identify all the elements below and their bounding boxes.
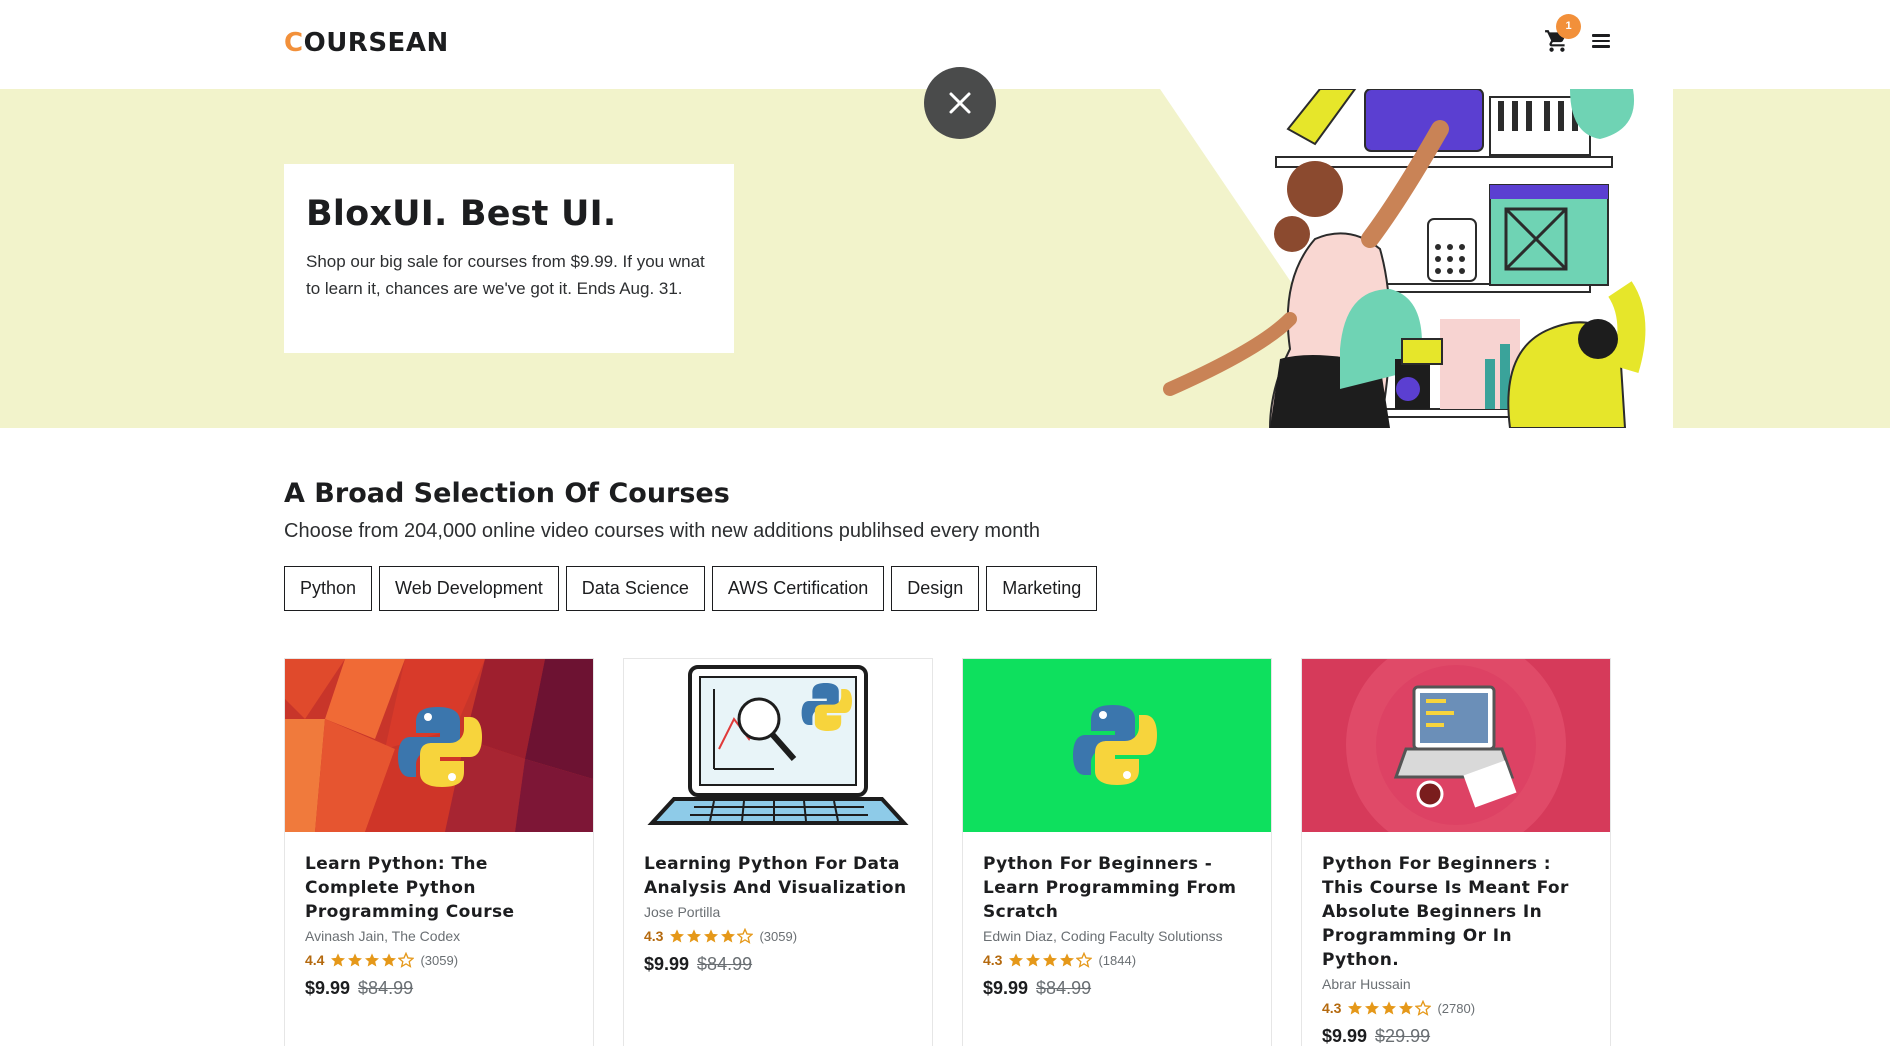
cart-count-badge: 1 bbox=[1556, 14, 1581, 39]
star-icon bbox=[670, 929, 685, 943]
star-rating bbox=[669, 928, 754, 944]
rating-value: 4.4 bbox=[305, 952, 325, 968]
course-thumbnail[interactable] bbox=[624, 659, 932, 832]
hero-illustration bbox=[1140, 89, 1673, 428]
course-title[interactable]: Python For Beginners - Learn Programming… bbox=[983, 852, 1251, 924]
logo-first-letter: C bbox=[284, 28, 304, 58]
course-title[interactable]: Python For Beginners : This Course Is Me… bbox=[1322, 852, 1590, 972]
price-current: $9.99 bbox=[983, 978, 1029, 998]
star-icon bbox=[1348, 1001, 1363, 1015]
price-original: $84.99 bbox=[697, 954, 753, 974]
category-chip-design[interactable]: Design bbox=[891, 566, 980, 611]
course-author: Abrar Hussain bbox=[1322, 976, 1411, 992]
category-chip-data-science[interactable]: Data Science bbox=[565, 566, 705, 611]
course-card[interactable]: Learning Python For Data Analysis And Vi… bbox=[623, 658, 933, 1046]
hero-card: BloxUI. Best UI. Shop our big sale for c… bbox=[284, 164, 734, 353]
rating-value: 4.3 bbox=[1322, 1000, 1342, 1016]
close-button[interactable] bbox=[924, 67, 996, 139]
logo[interactable]: COURSEAN bbox=[284, 28, 449, 58]
star-icon bbox=[348, 953, 363, 967]
star-rating bbox=[330, 952, 415, 968]
hero-title: BloxUI. Best UI. bbox=[306, 194, 617, 234]
star-outline-icon bbox=[737, 928, 754, 944]
price-original: $84.99 bbox=[1036, 978, 1092, 998]
course-card[interactable]: Learn Python: The Complete Python Progra… bbox=[284, 658, 594, 1046]
category-chip-web-development[interactable]: Web Development bbox=[379, 566, 559, 611]
course-author: Edwin Diaz, Coding Faculty Solutionss bbox=[983, 928, 1223, 944]
logo-text: OURSEAN bbox=[303, 28, 449, 58]
course-price: $9.99 $84.99 bbox=[305, 978, 573, 999]
category-chip-aws-certification[interactable]: AWS Certification bbox=[711, 566, 885, 611]
hero-description: Shop our big sale for courses from $9.99… bbox=[306, 252, 705, 298]
star-icon bbox=[1060, 953, 1075, 967]
rating-value: 4.3 bbox=[983, 952, 1003, 968]
course-author: Jose Portilla bbox=[644, 904, 721, 920]
category-chip-python[interactable]: Python bbox=[284, 566, 373, 611]
close-icon bbox=[949, 92, 971, 114]
hamburger-menu-icon[interactable] bbox=[1592, 34, 1610, 48]
rating-value: 4.3 bbox=[644, 928, 664, 944]
course-rating: 4.3 (2780) bbox=[1322, 1000, 1590, 1016]
star-outline-icon bbox=[1415, 1000, 1432, 1016]
price-original: $84.99 bbox=[358, 978, 414, 998]
rating-count: (3059) bbox=[420, 952, 459, 968]
star-icon bbox=[687, 929, 702, 943]
course-title[interactable]: Learning Python For Data Analysis And Vi… bbox=[644, 852, 912, 900]
course-title[interactable]: Learn Python: The Complete Python Progra… bbox=[305, 852, 573, 924]
star-icon bbox=[382, 953, 397, 967]
rating-count: (1844) bbox=[1098, 952, 1137, 968]
star-icon bbox=[1382, 1001, 1397, 1015]
star-icon bbox=[1365, 1001, 1380, 1015]
star-icon bbox=[365, 953, 380, 967]
course-price: $9.99 $84.99 bbox=[644, 954, 912, 975]
course-card[interactable]: Python For Beginners : This Course Is Me… bbox=[1301, 658, 1611, 1046]
category-chip-marketing[interactable]: Marketing bbox=[986, 566, 1098, 611]
star-icon bbox=[1009, 953, 1024, 967]
star-icon bbox=[704, 929, 719, 943]
price-original: $29.99 bbox=[1375, 1026, 1431, 1046]
section-title: A Broad Selection Of Courses bbox=[284, 478, 730, 509]
star-rating bbox=[1008, 952, 1093, 968]
star-icon bbox=[331, 953, 346, 967]
course-price: $9.99 $84.99 bbox=[983, 978, 1251, 999]
star-rating bbox=[1347, 1000, 1432, 1016]
course-card[interactable]: Python For Beginners - Learn Programming… bbox=[962, 658, 1272, 1046]
price-current: $9.99 bbox=[1322, 1026, 1368, 1046]
section-subtitle: Choose from 204,000 online video courses… bbox=[284, 520, 1041, 542]
course-thumbnail[interactable] bbox=[963, 659, 1271, 832]
category-filters: Python Web Development Data Science AWS … bbox=[284, 566, 1098, 611]
course-rating: 4.3 (3059) bbox=[644, 928, 912, 944]
star-icon bbox=[1043, 953, 1058, 967]
price-current: $9.99 bbox=[305, 978, 351, 998]
rating-count: (2780) bbox=[1437, 1000, 1476, 1016]
rating-count: (3059) bbox=[759, 928, 798, 944]
star-icon bbox=[1399, 1001, 1414, 1015]
star-icon bbox=[1026, 953, 1041, 967]
course-price: $9.99 $29.99 bbox=[1322, 1026, 1590, 1046]
course-thumbnail[interactable] bbox=[1302, 659, 1610, 832]
course-rating: 4.3 (1844) bbox=[983, 952, 1251, 968]
price-current: $9.99 bbox=[644, 954, 690, 974]
course-thumbnail[interactable] bbox=[285, 659, 593, 832]
star-icon bbox=[721, 929, 736, 943]
star-outline-icon bbox=[398, 952, 415, 968]
course-author: Avinash Jain, The Codex bbox=[305, 928, 461, 944]
star-outline-icon bbox=[1076, 952, 1093, 968]
course-rating: 4.4 (3059) bbox=[305, 952, 573, 968]
